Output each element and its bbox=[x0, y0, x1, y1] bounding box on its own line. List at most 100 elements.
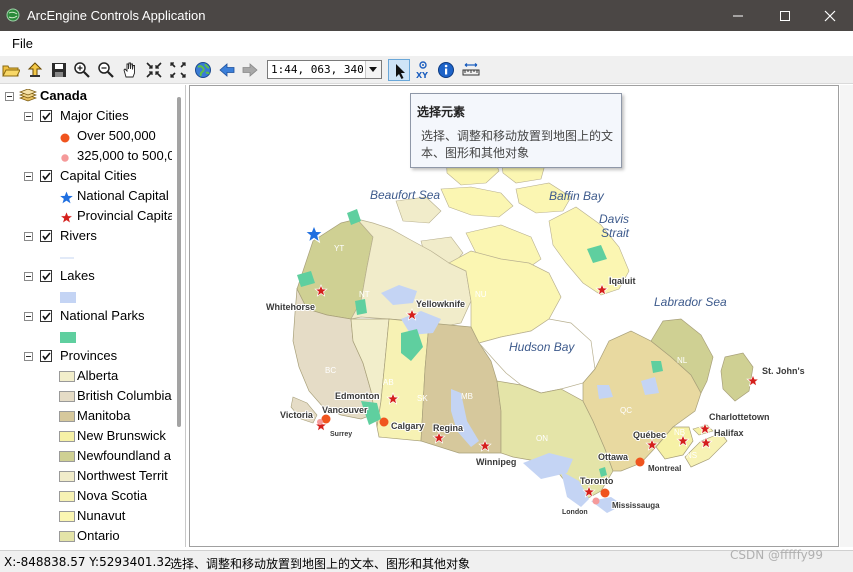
check-icon bbox=[42, 312, 51, 321]
select-elements-icon bbox=[396, 64, 405, 79]
go-to-xy-button[interactable]: XY bbox=[412, 59, 434, 81]
fixed-zoom-out-button[interactable] bbox=[167, 59, 189, 81]
city-dot-london bbox=[592, 497, 600, 505]
chevron-down-icon bbox=[369, 67, 377, 72]
city-label-ottawa: Ottawa bbox=[598, 452, 629, 462]
collapse-toggle[interactable] bbox=[24, 112, 33, 121]
toc-layer-rivers[interactable]: Rivers bbox=[0, 227, 172, 247]
toc-layer-provinces[interactable]: Provinces bbox=[0, 347, 172, 367]
city-label-calgary: Calgary bbox=[391, 421, 424, 431]
collapse-toggle[interactable] bbox=[5, 92, 14, 101]
layer-visibility-checkbox[interactable] bbox=[40, 110, 52, 122]
legend-label: National Capital bbox=[77, 188, 169, 203]
map-side-strip bbox=[840, 85, 853, 547]
province-label-ns: NS bbox=[686, 451, 697, 460]
layer-visibility-checkbox[interactable] bbox=[40, 350, 52, 362]
legend-item: National Capital bbox=[0, 187, 172, 207]
province-label-qc: QC bbox=[620, 406, 632, 415]
city-label-yellowknife: Yellowknife bbox=[416, 299, 465, 309]
fixed-zoom-in-button[interactable] bbox=[143, 59, 165, 81]
maximize-button[interactable] bbox=[762, 0, 808, 31]
close-button[interactable] bbox=[807, 0, 853, 31]
city-label-iqaluit: Iqaluit bbox=[609, 276, 636, 286]
measure-icon bbox=[462, 63, 480, 76]
identify-button[interactable] bbox=[435, 59, 457, 81]
layer-visibility-checkbox[interactable] bbox=[40, 170, 52, 182]
toc-scrollbar-thumb[interactable] bbox=[177, 97, 181, 427]
toc-scrollbar[interactable] bbox=[172, 85, 185, 547]
city-dot-montreal bbox=[635, 457, 645, 467]
city-dot-surrey bbox=[317, 419, 323, 425]
legend-label: Newfoundland a bbox=[77, 448, 171, 463]
measure-button[interactable] bbox=[460, 59, 482, 81]
collapse-toggle[interactable] bbox=[24, 272, 33, 281]
minimize-button[interactable] bbox=[715, 0, 761, 31]
legend-item bbox=[0, 327, 172, 347]
toc-layer-national-parks[interactable]: National Parks bbox=[0, 307, 172, 327]
collapse-toggle[interactable] bbox=[24, 172, 33, 181]
open-icon bbox=[2, 65, 20, 77]
check-icon bbox=[42, 352, 51, 361]
open-button[interactable] bbox=[0, 59, 22, 81]
menu-file[interactable]: File bbox=[12, 36, 33, 51]
toc-root[interactable]: Canada bbox=[0, 87, 172, 107]
back-button[interactable] bbox=[216, 59, 238, 81]
province-swatch bbox=[59, 451, 75, 462]
table-of-contents: Canada Major Cities Over 500,000 325,000… bbox=[0, 85, 186, 547]
map-scale-value: 1:44, 063, 340 bbox=[271, 63, 364, 76]
water-label-hudson-bay: Hudson Bay bbox=[509, 340, 575, 354]
province-swatch bbox=[59, 471, 75, 482]
province-label-nt: NT bbox=[359, 290, 370, 299]
province-label-mb: MB bbox=[461, 392, 473, 401]
pan-button[interactable] bbox=[119, 59, 141, 81]
legend-label: New Brunswick bbox=[77, 428, 166, 443]
city-label-quebec: Québec bbox=[633, 430, 666, 440]
province-swatch bbox=[59, 491, 75, 502]
layer-visibility-checkbox[interactable] bbox=[40, 230, 52, 242]
layer-name: Provinces bbox=[60, 348, 118, 363]
legend-item: Alberta bbox=[0, 367, 172, 387]
legend-item: Newfoundland a bbox=[0, 447, 172, 467]
water-label-strait: Strait bbox=[601, 226, 630, 240]
province-swatch bbox=[59, 511, 75, 522]
legend-item: Ontario bbox=[0, 527, 172, 547]
save-button[interactable] bbox=[48, 59, 70, 81]
add-data-button[interactable] bbox=[24, 59, 46, 81]
arctic-island bbox=[440, 186, 514, 218]
tooltip-body: 选择、调整和移动放置到地图上的文 本、图形和其他对象 bbox=[421, 128, 621, 162]
select-elements-button[interactable] bbox=[388, 59, 410, 81]
map-scale-combobox[interactable]: 1:44, 063, 340 bbox=[267, 60, 382, 79]
forward-button[interactable] bbox=[239, 59, 261, 81]
zoom-in-button[interactable] bbox=[71, 59, 93, 81]
layer-visibility-checkbox[interactable] bbox=[40, 310, 52, 322]
city-label-halifax: Halifax bbox=[714, 428, 744, 438]
zoom-out-button[interactable] bbox=[95, 59, 117, 81]
toc-layer-capital-cities[interactable]: Capital Cities bbox=[0, 167, 172, 187]
province-swatch bbox=[59, 391, 75, 402]
province-label-ab: AB bbox=[383, 378, 394, 387]
water-label-beaufort-sea: Beaufort Sea bbox=[370, 188, 440, 202]
save-icon bbox=[52, 63, 66, 77]
legend-label: Ontario bbox=[77, 528, 120, 543]
toc-layer-major-cities[interactable]: Major Cities bbox=[0, 107, 172, 127]
province-label-on: ON bbox=[536, 434, 548, 443]
toc-layer-lakes[interactable]: Lakes bbox=[0, 267, 172, 287]
legend-item: Northwest Territ bbox=[0, 467, 172, 487]
collapse-toggle[interactable] bbox=[24, 312, 33, 321]
full-extent-button[interactable] bbox=[192, 59, 214, 81]
legend-item bbox=[0, 247, 172, 267]
city-label-toronto: Toronto bbox=[580, 476, 614, 486]
collapse-toggle[interactable] bbox=[24, 232, 33, 241]
city-label-victoria: Victoria bbox=[280, 410, 314, 420]
province-swatch bbox=[59, 371, 75, 382]
collapse-toggle[interactable] bbox=[24, 352, 33, 361]
layer-visibility-checkbox[interactable] bbox=[40, 270, 52, 282]
identify-icon bbox=[438, 62, 454, 78]
province-label-nl: NL bbox=[677, 356, 688, 365]
legend-label: 325,000 to 500,0 bbox=[77, 148, 175, 163]
toolbar: 1:44, 063, 340 XY bbox=[0, 56, 853, 84]
layer-name: National Parks bbox=[60, 308, 145, 323]
legend-label: Over 500,000 bbox=[77, 128, 156, 143]
scale-dropdown-button[interactable] bbox=[365, 61, 381, 78]
lake-fill-symbol bbox=[60, 292, 76, 303]
